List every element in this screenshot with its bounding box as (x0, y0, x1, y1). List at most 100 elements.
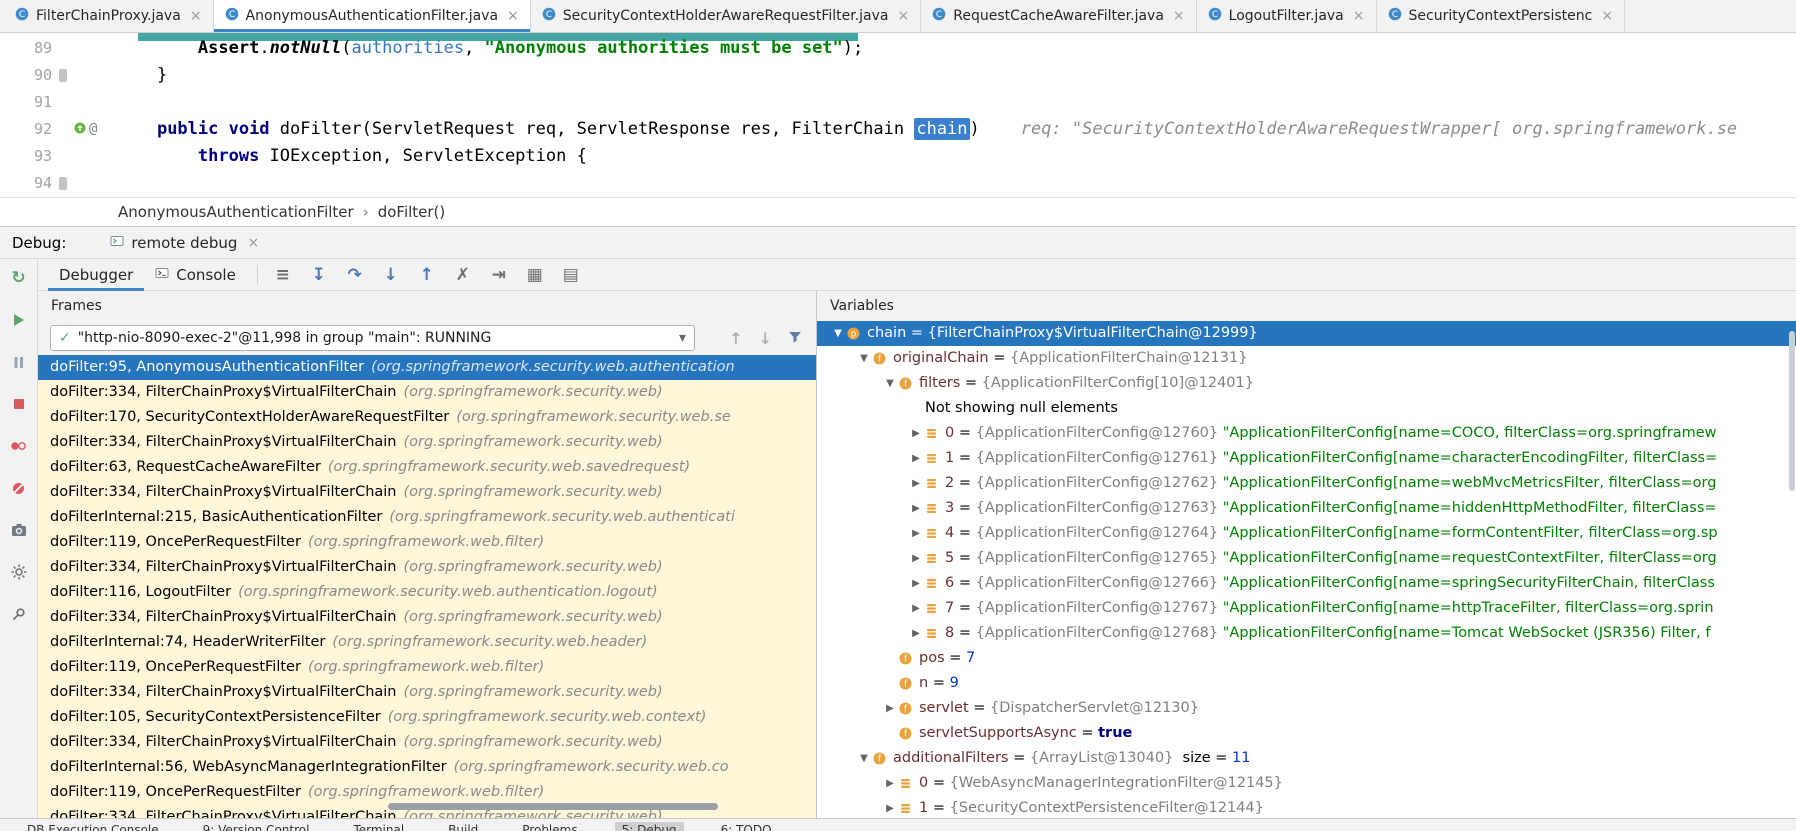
twisty-closed-icon[interactable]: ▶ (881, 696, 899, 721)
pin-icon[interactable] (7, 603, 31, 625)
variable-row[interactable]: ▶ 2 = {ApplicationFilterConfig@12762} "Ap… (817, 471, 1796, 496)
close-icon[interactable]: × (1173, 8, 1185, 24)
variable-row[interactable]: ▶ f servlet = {DispatcherServlet@12130} (817, 696, 1796, 721)
stack-frame[interactable]: doFilterInternal:56, WebAsyncManagerInte… (38, 755, 816, 780)
twisty-closed-icon[interactable]: ▶ (907, 446, 925, 471)
stack-frame[interactable]: doFilter:334, FilterChainProxy$VirtualFi… (38, 680, 816, 705)
layout-settings-icon[interactable]: ▤ (556, 262, 586, 288)
variable-row[interactable]: ▼ f additionalFilters = {ArrayList@13040} … (817, 746, 1796, 771)
horizontal-scrollbar[interactable] (388, 803, 718, 810)
twisty-closed-icon[interactable]: ▶ (907, 596, 925, 621)
thread-dump-icon[interactable] (7, 519, 31, 541)
editor-line[interactable]: 91 (0, 89, 1796, 116)
close-icon[interactable]: × (898, 8, 910, 24)
step-out-icon[interactable]: ↑ (412, 262, 442, 288)
close-icon[interactable]: × (1353, 8, 1365, 24)
rerun-icon[interactable]: ↻ (7, 267, 31, 289)
variable-row[interactable]: ▼ f filters = {ApplicationFilterConfig[10]… (817, 371, 1796, 396)
view-breakpoints-icon[interactable] (7, 435, 31, 457)
twisty-closed-icon[interactable]: ▶ (907, 571, 925, 596)
editor-line[interactable]: 93 throws IOException, ServletException … (0, 143, 1796, 170)
editor-line[interactable]: 94 (0, 170, 1796, 197)
twisty-closed-icon[interactable]: ▶ (907, 471, 925, 496)
variable-row[interactable]: ▶ 3 = {ApplicationFilterConfig@12763} "Ap… (817, 496, 1796, 521)
variable-row[interactable]: fn = 9 (817, 671, 1796, 696)
stack-frame[interactable]: doFilter:334, FilterChainProxy$VirtualFi… (38, 555, 816, 580)
vertical-scrollbar[interactable] (1789, 331, 1795, 491)
filter-frames-icon[interactable] (788, 329, 802, 348)
editor-tab[interactable]: C SecurityContextPersistenc × (1377, 0, 1626, 32)
editor-line[interactable]: 89 Assert.notNull(authorities, "Anonymou… (0, 35, 1796, 62)
twisty-closed-icon[interactable]: ▶ (881, 796, 899, 818)
pause-icon[interactable] (7, 351, 31, 373)
editor-tab[interactable]: C LogoutFilter.java × (1197, 0, 1377, 32)
thread-selector[interactable]: ✓ "http-nio-8090-exec-2"@11,998 in group… (50, 325, 695, 351)
stack-frame[interactable]: doFilter:95, AnonymousAuthenticationFilt… (38, 355, 816, 380)
variable-row[interactable]: ▼ f originalChain = {ApplicationFilterChai… (817, 346, 1796, 371)
editor-tab[interactable]: C RequestCacheAwareFilter.java × (921, 0, 1197, 32)
stack-frame[interactable]: doFilter:334, FilterChainProxy$VirtualFi… (38, 380, 816, 405)
editor-tab[interactable]: C FilterChainProxy.java × (4, 0, 214, 32)
run-to-cursor-icon[interactable]: ⇥ (484, 262, 514, 288)
stack-frame[interactable]: doFilter:334, FilterChainProxy$VirtualFi… (38, 480, 816, 505)
layout-menu-icon[interactable]: ≡ (268, 262, 298, 288)
variable-row[interactable]: ▼ p chain = {FilterChainProxy$VirtualFilte… (817, 321, 1796, 346)
stack-frame[interactable]: doFilter:170, SecurityContextHolderAware… (38, 405, 816, 430)
tab-frames[interactable]: Frames (51, 298, 102, 314)
twisty-closed-icon[interactable]: ▶ (907, 621, 925, 646)
twisty-closed-icon[interactable]: ▶ (907, 546, 925, 571)
stack-frame[interactable]: doFilter:63, RequestCacheAwareFilter (org… (38, 455, 816, 480)
variable-row[interactable]: ▶ 0 = {ApplicationFilterConfig@12760} "Ap… (817, 421, 1796, 446)
next-frame-icon[interactable]: ↓ (759, 329, 772, 348)
close-icon[interactable]: × (1601, 8, 1613, 24)
toolwindow-button-db-execution-console[interactable]: DB Execution Console (20, 822, 166, 831)
variable-row[interactable]: ▶ 0 = {WebAsyncManagerIntegrationFilter@1… (817, 771, 1796, 796)
line-number[interactable]: 92 (0, 116, 52, 143)
drop-frame-icon[interactable]: ✗ (448, 262, 478, 288)
breadcrumb-item[interactable]: doFilter() (378, 203, 446, 221)
editor-line[interactable]: 90 } (0, 62, 1796, 89)
twisty-closed-icon[interactable]: ▶ (907, 521, 925, 546)
stack-frame[interactable]: doFilter:116, LogoutFilter (org.springfra… (38, 580, 816, 605)
line-number[interactable]: 90 (0, 62, 52, 89)
resume-icon[interactable] (7, 309, 31, 331)
toolwindow-button-5-debug[interactable]: 5: Debug (614, 822, 684, 831)
variable-row[interactable]: f servletSupportsAsync = true (817, 721, 1796, 746)
line-number[interactable]: 89 (0, 35, 52, 62)
debug-settings-icon[interactable] (7, 561, 31, 583)
variable-row[interactable]: ▶ 8 = {ApplicationFilterConfig@12768} "Ap… (817, 621, 1796, 646)
evaluate-expression-icon[interactable]: ▦ (520, 262, 550, 288)
stack-frame[interactable]: doFilterInternal:215, BasicAuthenticatio… (38, 505, 816, 530)
tab-variables[interactable]: Variables (830, 298, 894, 314)
variable-row[interactable]: ▶ 5 = {ApplicationFilterConfig@12765} "Ap… (817, 546, 1796, 571)
show-execution-point-icon[interactable]: ↧ (304, 262, 334, 288)
tab-console[interactable]: Console (144, 259, 247, 291)
line-number[interactable]: 91 (0, 89, 52, 116)
twisty-open-icon[interactable]: ▼ (829, 321, 847, 346)
toolwindow-button-problems[interactable]: Problems (515, 822, 584, 831)
step-into-icon[interactable]: ↓ (376, 262, 406, 288)
variable-row[interactable]: ▶ 1 = {SecurityContextPersistenceFilter@1… (817, 796, 1796, 818)
variable-row[interactable]: ▶ 1 = {ApplicationFilterConfig@12761} "Ap… (817, 446, 1796, 471)
override-method-icon[interactable] (74, 116, 86, 143)
twisty-open-icon[interactable]: ▼ (855, 746, 873, 771)
line-number[interactable]: 93 (0, 143, 52, 170)
toolwindow-button-build[interactable]: Build (441, 822, 485, 831)
stack-frame[interactable]: doFilter:119, OncePerRequestFilter (org.s… (38, 655, 816, 680)
line-number[interactable]: 94 (0, 170, 52, 197)
twisty-closed-icon[interactable]: ▶ (907, 421, 925, 446)
twisty-open-icon[interactable]: ▼ (881, 371, 899, 396)
stack-frame[interactable]: doFilter:105, SecurityContextPersistence… (38, 705, 816, 730)
variable-row[interactable]: f pos = 7 (817, 646, 1796, 671)
stack-frame[interactable]: doFilter:334, FilterChainProxy$VirtualFi… (38, 730, 816, 755)
close-icon[interactable]: × (190, 8, 202, 24)
close-icon[interactable]: × (507, 8, 519, 24)
stack-frame[interactable]: doFilter:334, FilterChainProxy$VirtualFi… (38, 430, 816, 455)
variable-row[interactable]: ▶ 6 = {ApplicationFilterConfig@12766} "Ap… (817, 571, 1796, 596)
editor-line[interactable]: 92 @ public void doFilter(ServletRequest … (0, 116, 1796, 143)
step-over-icon[interactable]: ↷ (340, 262, 370, 288)
stack-frame[interactable]: doFilterInternal:74, HeaderWriterFilter (… (38, 630, 816, 655)
variable-row[interactable]: ▶ 4 = {ApplicationFilterConfig@12764} "Ap… (817, 521, 1796, 546)
twisty-open-icon[interactable]: ▼ (855, 346, 873, 371)
stack-frame[interactable]: doFilter:119, OncePerRequestFilter (org.s… (38, 780, 816, 805)
